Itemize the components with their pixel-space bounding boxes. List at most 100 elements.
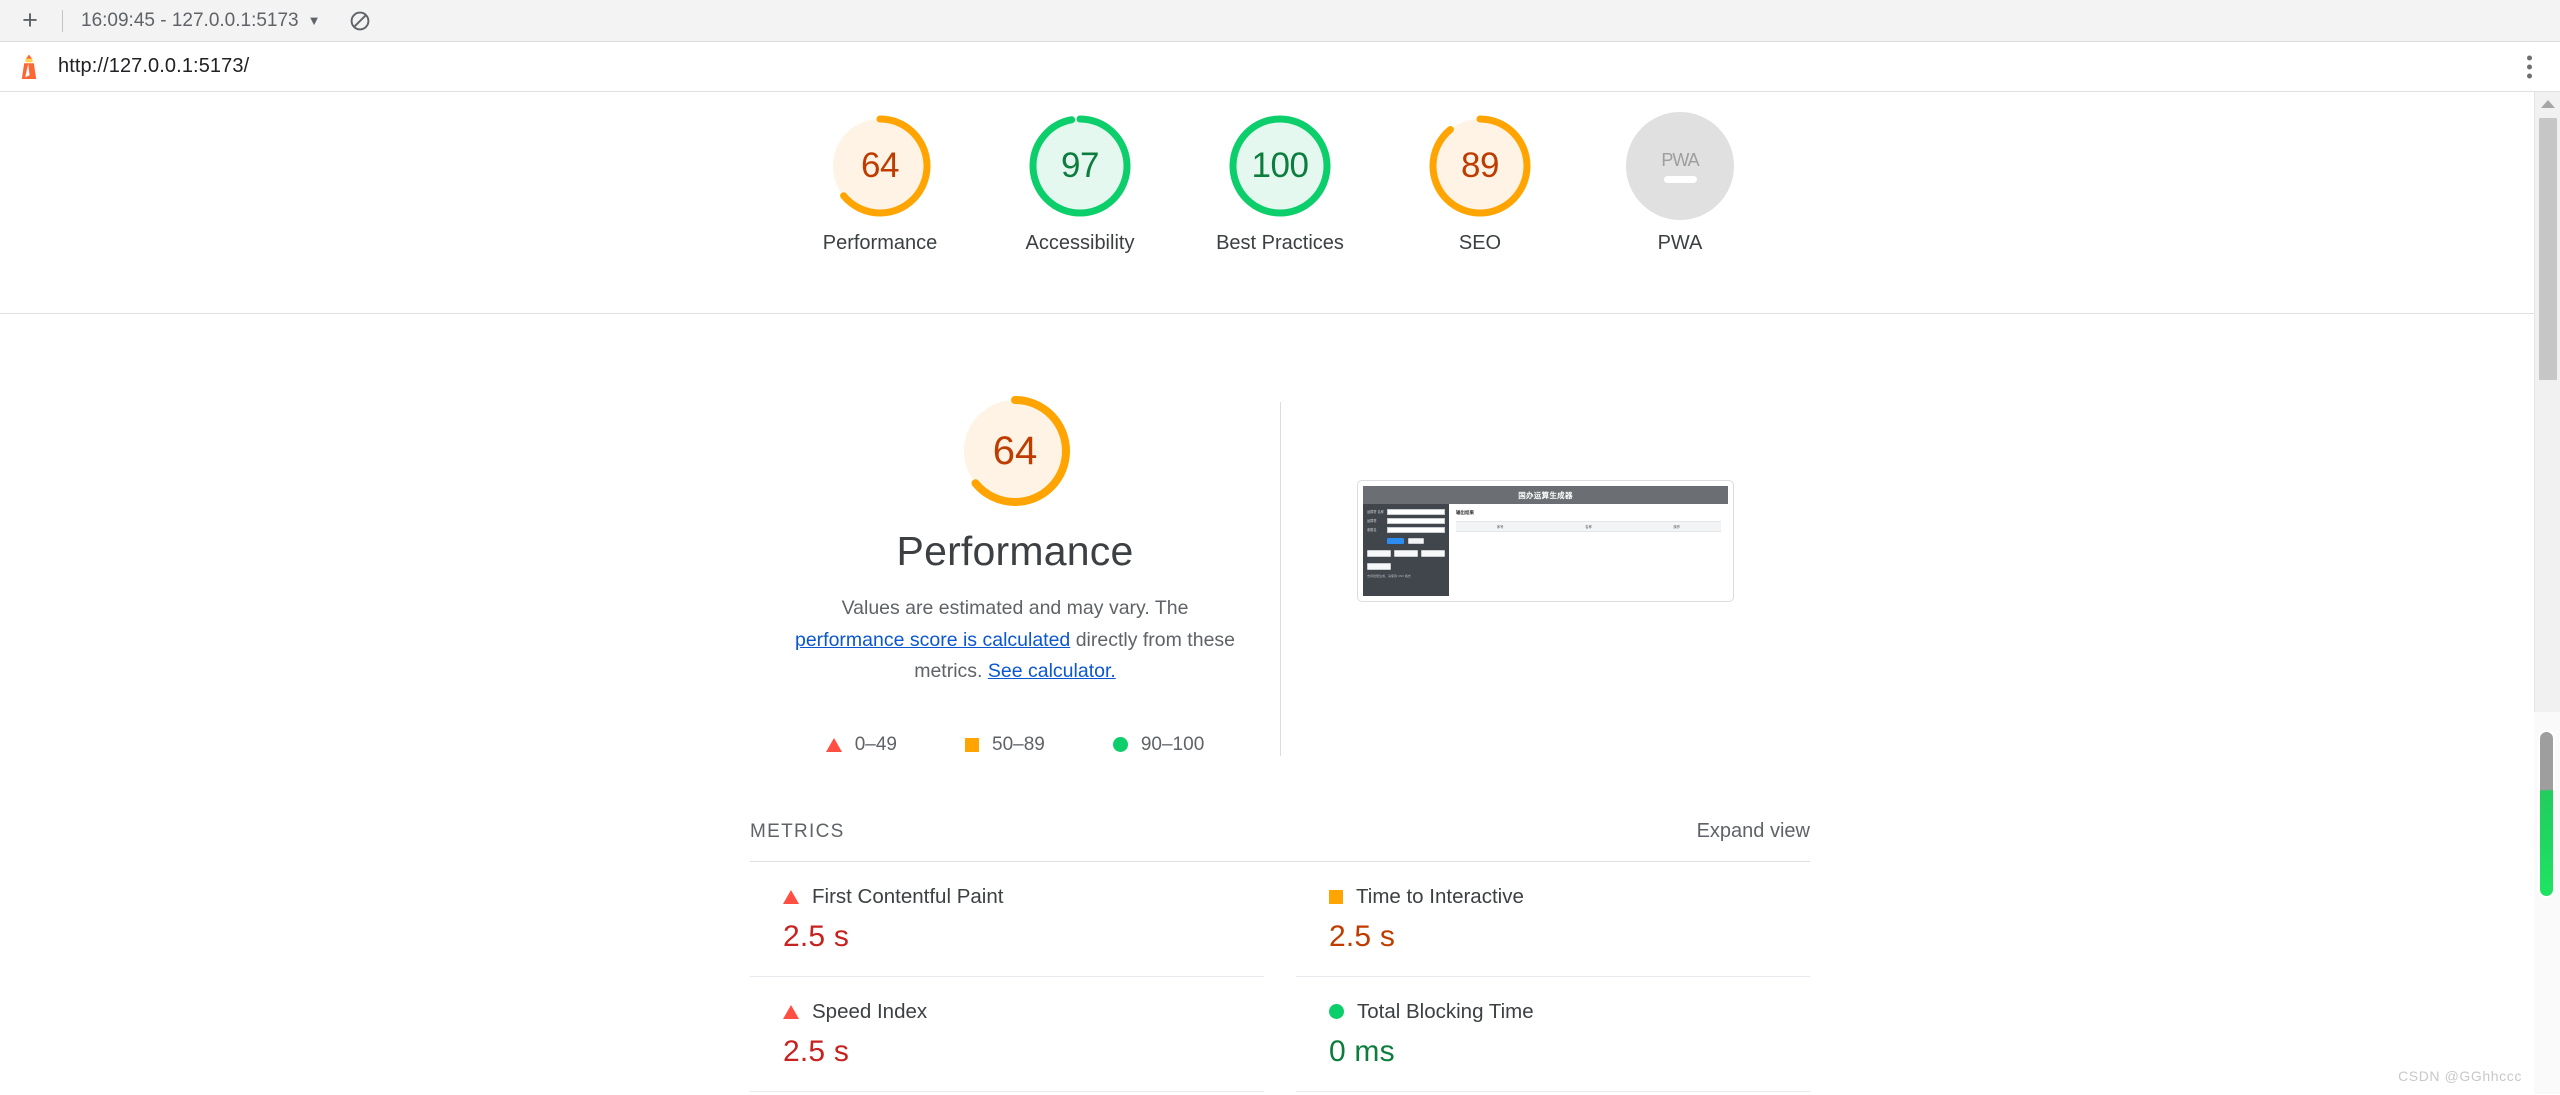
thumbnail-extra-button [1367, 563, 1391, 570]
metric-header: Total Blocking Time [1329, 1000, 1810, 1024]
thumbnail-field-label: 运算符 名称 [1367, 510, 1384, 514]
performance-gauge: 64 [956, 392, 1074, 510]
thumbnail-field-label: 参数名 [1367, 528, 1377, 532]
gauge-ring: 97 [1026, 112, 1134, 220]
thumbnail-sidebar: 运算符 名称 运算符 参数名 支持批量生成，请使用 CSV 格式 [1363, 504, 1449, 596]
clear-all-icon[interactable] [345, 6, 375, 36]
metrics-section: METRICS Expand view First Contentful Pai… [0, 820, 2560, 1092]
metrics-header: METRICS Expand view [750, 820, 1810, 862]
report-scrollbar-lower[interactable] [2534, 712, 2560, 1094]
thumbnail-header: 国办运算生成器 [1363, 486, 1728, 504]
watermark: CSDN @GGhhccc [2398, 1068, 2522, 1084]
thumbnail-field-row: 运算符 [1367, 518, 1445, 524]
scrollbar-thumb-green[interactable] [2538, 730, 2555, 898]
scroll-up-arrow-icon[interactable] [2540, 100, 2555, 108]
thumbnail-action-button [1394, 550, 1418, 557]
legend-item: 0–49 [825, 733, 898, 756]
new-report-button[interactable]: + [10, 3, 50, 39]
gauge-category-label: PWA [1657, 232, 1703, 254]
page-screenshot-thumbnail[interactable]: 国办运算生成器 运算符 名称 运算符 参数名 支持批量生成，请使用 CSV 格式… [1357, 480, 1734, 602]
gauge-ring: 100 [1226, 112, 1334, 220]
metric-value: 2.5 s [783, 1034, 850, 1068]
thumbnail-main-area: 输出结果 序号 名称 操作 [1449, 504, 1728, 596]
scrollbar-thumb[interactable] [2538, 118, 2557, 380]
gauge-score-value: 89 [1461, 146, 1499, 185]
report-scrollbar-upper[interactable] [2534, 92, 2560, 712]
thumbnail-main-title: 输出结果 [1456, 510, 1474, 515]
thumbnail-column-header: 名称 [1585, 525, 1592, 529]
metric-item[interactable]: Speed Index 2.5 s [750, 977, 1264, 1092]
gauge-category-label: SEO [1458, 232, 1502, 254]
thumbnail-field-row: 参数名 [1367, 527, 1445, 533]
score-gauge-accessibility[interactable]: 97 Accessibility [1005, 112, 1155, 257]
thumbnail-extra-row [1367, 563, 1445, 570]
toolbar-divider [62, 9, 63, 32]
thumbnail-field-input [1387, 527, 1445, 533]
category-description: Values are estimated and may vary. The p… [785, 593, 1245, 688]
more-options-icon[interactable] [2523, 51, 2536, 82]
legend-range-label: 50–89 [992, 733, 1045, 755]
triangle-swatch-icon [825, 737, 842, 752]
triangle-swatch-icon [783, 1004, 799, 1019]
circle-swatch-icon [1329, 1004, 1344, 1020]
thumbnail-secondary-button [1408, 538, 1424, 544]
legend-range-label: 90–100 [1140, 733, 1205, 755]
metric-name: Time to Interactive [1356, 884, 1524, 908]
thumbnail-action-button [1367, 550, 1391, 557]
report-url-bar: http://127.0.0.1:5173/ [0, 42, 2560, 92]
metric-value: 2.5 s [783, 919, 850, 953]
gauge-score-value: 100 [1251, 146, 1309, 185]
thumbnail-table-header: 序号 名称 操作 [1456, 521, 1721, 532]
gauge-score-value: 64 [861, 146, 899, 185]
score-gauge-pwa[interactable]: PWA PWA [1605, 112, 1755, 257]
thumbnail-column-header: 序号 [1496, 525, 1504, 529]
metrics-grid: First Contentful Paint 2.5 s Time to Inter… [750, 862, 1810, 1092]
metric-item[interactable]: Total Blocking Time 0 ms [1296, 977, 1810, 1092]
metric-header: First Contentful Paint [783, 885, 1264, 909]
gauge-category-label: Best Practices [1216, 232, 1344, 254]
thumbnail-button-row [1367, 538, 1445, 544]
score-gauge-performance[interactable]: 64 Performance [805, 112, 955, 257]
thumbnail-page-title: 国办运算生成器 [1518, 490, 1573, 500]
category-title: Performance [896, 528, 1134, 574]
pwa-badge: PWA [1626, 112, 1734, 220]
square-swatch-icon [1329, 889, 1343, 904]
legend-item: 50–89 [965, 734, 1045, 756]
gauge-ring: 89 [1426, 112, 1534, 220]
see-calculator-link[interactable]: See calculator. [988, 660, 1116, 682]
thumbnail-note: 支持批量生成，请使用 CSV 格式 [1367, 574, 1411, 578]
gauge-category-label: Performance [822, 232, 938, 254]
gauge-category-label: Accessibility [1025, 232, 1135, 254]
metrics-section-title: METRICS [750, 820, 845, 842]
score-gauge-best-practices[interactable]: 100 Best Practices [1205, 112, 1355, 257]
thumbnail-field-label: 运算符 [1367, 519, 1377, 523]
legend-range-label: 0–49 [854, 733, 898, 755]
square-swatch-icon [965, 737, 980, 752]
metric-name: First Contentful Paint [812, 884, 1004, 908]
performance-score-link[interactable]: performance score is calculated [795, 629, 1070, 651]
gauge-ring: 64 [826, 112, 934, 220]
circle-swatch-icon [1112, 737, 1128, 753]
metric-item[interactable]: Time to Interactive 2.5 s [1296, 862, 1810, 977]
performance-gauge-value: 64 [992, 428, 1038, 473]
triangle-swatch-icon [783, 889, 799, 904]
metric-header: Time to Interactive [1329, 885, 1810, 909]
score-gauge-seo[interactable]: 89 SEO [1405, 112, 1555, 257]
pwa-badge-text: PWA [1661, 149, 1699, 170]
chevron-down-icon: ▼ [307, 13, 321, 28]
metric-header: Speed Index [783, 1000, 1264, 1024]
thumbnail-column-header: 操作 [1673, 525, 1681, 529]
lighthouse-toolbar: + 16:09:45 - 127.0.0.1:5173 ▼ [0, 0, 2560, 42]
gauge-score-value: 97 [1061, 146, 1099, 185]
page-url: http://127.0.0.1:5173/ [58, 55, 250, 77]
report-run-dropdown[interactable]: 16:09:45 - 127.0.0.1:5173 ▼ [75, 6, 327, 36]
pwa-dash-icon [1663, 175, 1697, 183]
metric-item[interactable]: First Contentful Paint 2.5 s [750, 862, 1264, 977]
thumbnail-field-input [1387, 509, 1445, 515]
expand-view-button[interactable]: Expand view [1697, 820, 1810, 843]
category-scores-strip: 64 Performance 97 Accessibility 100 Best Prac… [0, 92, 2560, 314]
lighthouse-report: 64 Performance 97 Accessibility 100 Best Prac… [0, 92, 2560, 1094]
thumbnail-primary-button [1387, 538, 1404, 544]
metric-value: 2.5 s [1329, 919, 1396, 953]
lighthouse-logo-icon [16, 53, 42, 81]
